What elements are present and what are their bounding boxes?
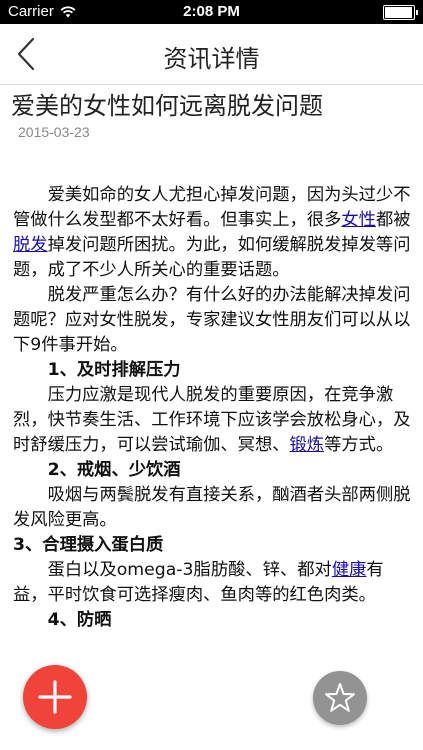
paragraph-5-text-a: 蛋白以及omega-3脂肪酸、锌、都对 bbox=[47, 560, 332, 580]
link-jiankang[interactable]: 健康 bbox=[332, 560, 367, 580]
status-time: 2:08 PM bbox=[183, 3, 240, 20]
battery-fill bbox=[385, 7, 412, 18]
link-tuofa[interactable]: 脱发 bbox=[13, 235, 48, 255]
paragraph-1: 爱美如命的女人尤担心掉发问题，因为头过少不管做什么发型都不太好看。但事实上，很多… bbox=[13, 183, 411, 283]
paragraph-5: 蛋白以及omega-3脂肪酸、锌、都对健康有益，平时饮食可选择瘦肉、鱼肉等的红色… bbox=[13, 558, 411, 608]
paragraph-3-text-b: 等方式。 bbox=[324, 435, 394, 455]
page-title: 资讯详情 bbox=[163, 45, 260, 73]
article-title: 爱美的女性如何远离脱发问题 bbox=[11, 92, 323, 120]
paragraph-4: 吸烟与两鬓脱发有直接关系，酗酒者头部两侧脱发风险更高。 bbox=[13, 485, 411, 530]
paragraph-1-text-b: 都被 bbox=[375, 210, 411, 230]
article-date: 2015-03-23 bbox=[18, 124, 90, 140]
link-duanlian[interactable]: 锻炼 bbox=[290, 435, 325, 455]
section-heading-4: 4、防晒 bbox=[47, 610, 112, 630]
link-nvxing[interactable]: 女性 bbox=[341, 210, 376, 230]
star-outline-icon bbox=[325, 683, 355, 712]
add-button[interactable] bbox=[23, 665, 87, 729]
paragraph-3: 压力应激是现代人脱发的重要原因，在竞争激烈，快节奏生活、工作环境下应该学会放松身… bbox=[13, 383, 411, 458]
status-bar: Carrier 2:08 PM bbox=[0, 0, 423, 24]
article-body: 爱美如命的女人尤担心掉发问题，因为头过少不管做什么发型都不太好看。但事实上，很多… bbox=[13, 183, 411, 633]
nav-bar: 资讯详情 bbox=[0, 24, 423, 85]
battery-icon bbox=[383, 5, 418, 20]
section-heading-1: 1、及时排解压力 bbox=[47, 360, 181, 380]
paragraph-2: 脱发严重怎么办？有什么好的办法能解决掉发问题呢？应对女性脱发，专家建议女性朋友们… bbox=[13, 285, 411, 355]
section-heading-2: 2、戒烟、少饮酒 bbox=[47, 460, 181, 480]
section-heading-3: 3、合理摄入蛋白质 bbox=[13, 535, 164, 555]
paragraph-1-text-c: 掉发问题所困扰。为此，如何缓解脱发掉发等问题，成了不少人所关心的重要话题。 bbox=[13, 235, 411, 280]
favorite-button[interactable] bbox=[313, 671, 367, 725]
plus-icon bbox=[38, 680, 72, 714]
